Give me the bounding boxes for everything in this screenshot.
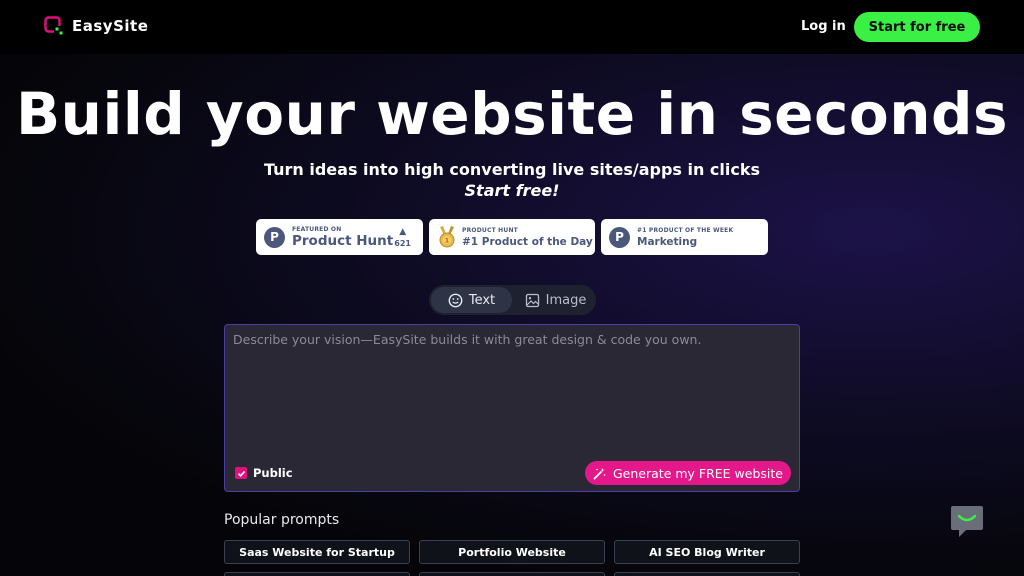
check-icon (237, 470, 245, 477)
navbar: EasySite Log in Start for free (0, 0, 1024, 54)
popular-prompt-chip[interactable] (419, 572, 605, 576)
input-mode-toggle: Text Image (429, 285, 596, 315)
popular-prompt-chip[interactable]: Saas Website for Startup (224, 540, 410, 564)
tab-image[interactable]: Image (517, 287, 594, 313)
smile-icon (448, 293, 463, 307)
easysite-logo-icon (44, 16, 63, 35)
badge-main-text: Product Hunt (292, 232, 394, 249)
start-for-free-button[interactable]: Start for free (854, 12, 980, 42)
tab-image-label: Image (545, 292, 587, 308)
product-hunt-logo-icon: P (264, 226, 285, 248)
popular-prompt-chip[interactable] (224, 572, 410, 576)
badge-small-text: FEATURED ON (292, 225, 342, 233)
hero-subtitle-cta: Start free! (464, 181, 560, 200)
badge-main-text: Marketing (637, 235, 698, 248)
product-hunt-featured-badge[interactable]: P FEATURED ON Product Hunt ▲ 621 (256, 219, 423, 255)
image-icon (525, 293, 539, 307)
hero-title: Build your website in seconds (15, 80, 1009, 148)
chat-icon[interactable] (950, 505, 984, 538)
triangle-up-icon: ▲ (399, 226, 407, 237)
tab-text-label: Text (468, 292, 496, 308)
popular-prompt-chip[interactable]: AI SEO Blog Writer (614, 540, 800, 564)
svg-text:1: 1 (445, 238, 449, 245)
upvote-count: 621 (394, 238, 411, 248)
upvote-counter: ▲ 621 (394, 227, 411, 248)
product-of-the-week-badge[interactable]: P #1 PRODUCT OF THE WEEK Marketing (601, 219, 768, 255)
popular-prompts-title: Popular prompts (224, 512, 340, 528)
public-toggle[interactable]: Public (235, 466, 293, 480)
prompt-input[interactable] (233, 332, 789, 456)
public-checkbox[interactable] (235, 467, 247, 479)
magic-wand-icon (593, 467, 606, 479)
login-link[interactable]: Log in (801, 19, 846, 34)
prompt-box: Public Generate my FREE website (224, 324, 800, 492)
badge-small-text: #1 PRODUCT OF THE WEEK (637, 226, 734, 234)
badge-small-text: PRODUCT HUNT (462, 226, 518, 234)
product-hunt-logo-icon: P (609, 226, 630, 248)
tab-text[interactable]: Text (431, 287, 512, 313)
badge-main-text: #1 Product of the Day (462, 235, 593, 248)
logo-text: EasySite (72, 16, 149, 35)
logo[interactable]: EasySite (44, 16, 148, 35)
medal-icon: 1 (439, 226, 455, 248)
product-of-the-day-badge[interactable]: 1 PRODUCT HUNT #1 Product of the Day (429, 219, 595, 255)
hero-subtitle: Turn ideas into high converting live sit… (263, 160, 761, 179)
public-label: Public (253, 466, 293, 480)
popular-prompt-chip[interactable]: Portfolio Website (419, 540, 605, 564)
generate-website-button[interactable]: Generate my FREE website (585, 461, 791, 485)
popular-prompt-chip[interactable] (614, 572, 800, 576)
generate-button-label: Generate my FREE website (613, 465, 783, 481)
